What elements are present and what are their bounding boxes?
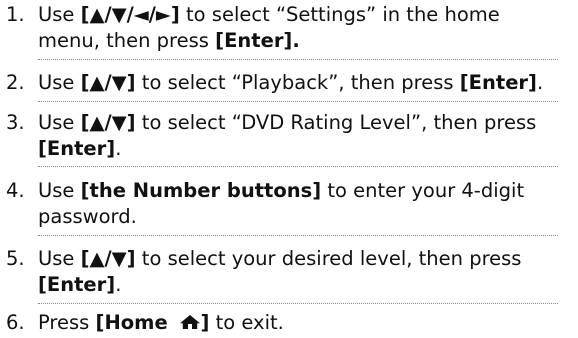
key-arrows: [▲/▼] xyxy=(80,111,136,134)
home-icon xyxy=(179,315,200,329)
divider xyxy=(38,235,558,236)
step-4-number: 4. xyxy=(6,179,25,202)
divider xyxy=(38,303,558,304)
key-enter: [Enter]. xyxy=(215,29,300,52)
step-3-number: 3. xyxy=(6,111,25,134)
key-arrows: [▲/▼] xyxy=(80,71,136,94)
step-6-text: Press [Home ] to exit. xyxy=(38,311,284,334)
step-2-number: 2. xyxy=(6,71,25,94)
key-enter: [Enter] xyxy=(459,71,537,94)
divider xyxy=(38,101,558,102)
key-number-buttons: [the Number buttons] xyxy=(80,179,322,202)
key-home: [Home ] xyxy=(95,311,210,334)
step-1-text: Use [▲/▼/◄/►] to select “Settings” in th… xyxy=(38,3,500,52)
key-enter: [Enter] xyxy=(38,273,116,296)
step-3-text: Use [▲/▼] to select “DVD Rating Level”, … xyxy=(38,111,537,160)
step-5-text: Use [▲/▼] to select your desired level, … xyxy=(38,247,522,296)
key-arrows: [▲/▼] xyxy=(80,247,136,270)
step-5-number: 5. xyxy=(6,247,25,270)
step-4-text: Use [the Number buttons] to enter your 4… xyxy=(38,179,525,228)
key-arrows: [▲/▼/◄/►] xyxy=(80,3,180,26)
instruction-list: 1. Use [▲/▼/◄/►] to select “Settings” in… xyxy=(0,0,578,338)
step-2-text: Use [▲/▼] to select “Playback”, then pre… xyxy=(38,71,544,94)
divider xyxy=(38,166,558,167)
key-enter: [Enter] xyxy=(38,137,116,160)
step-6-number: 6. xyxy=(6,311,25,334)
step-1-number: 1. xyxy=(6,3,25,26)
divider xyxy=(38,59,558,60)
